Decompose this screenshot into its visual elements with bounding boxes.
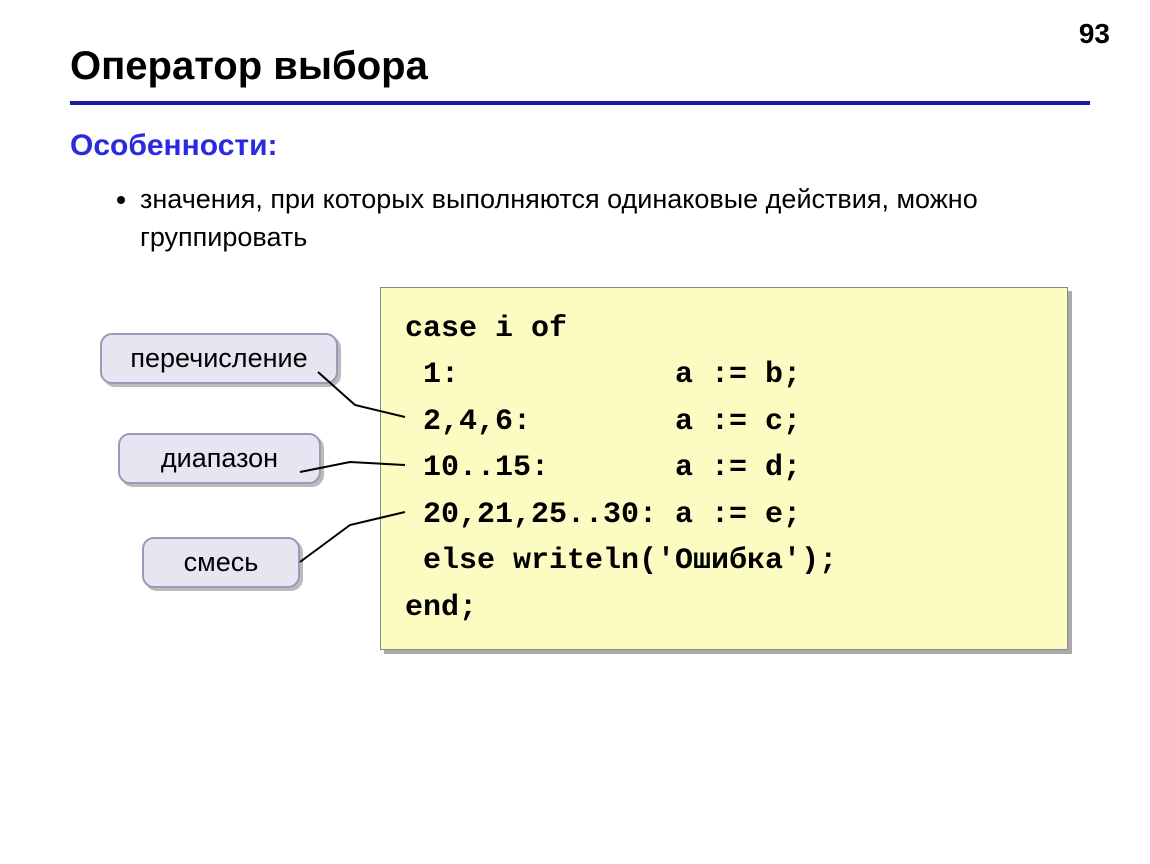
bullet-list: значения, при которых выполняются одинак…: [0, 181, 1150, 257]
callout-enumeration: перечисление: [100, 333, 338, 384]
code-block: case i of 1: a := b; 2,4,6: a := c; 10..…: [380, 287, 1068, 651]
bullet-item: значения, при которых выполняются одинак…: [140, 181, 1150, 257]
callout-range: диапазон: [118, 433, 321, 484]
subheading: Особенности:: [0, 105, 1150, 173]
page-title: Оператор выбора: [0, 0, 1150, 101]
callout-mix: смесь: [142, 537, 300, 588]
page-number: 93: [1079, 18, 1110, 50]
diagram-area: перечисление диапазон смесь case i of 1:…: [0, 287, 1150, 707]
